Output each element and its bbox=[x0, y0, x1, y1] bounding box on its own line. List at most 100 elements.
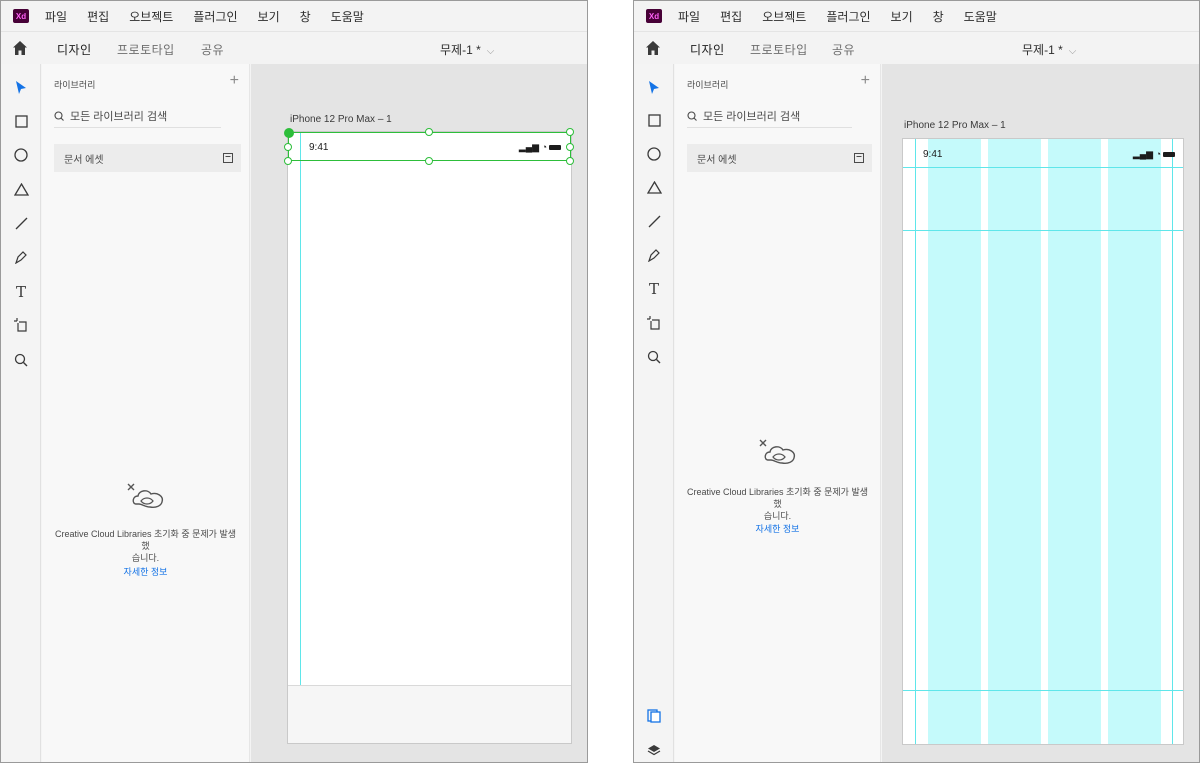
assets-panel-icon bbox=[854, 153, 864, 163]
xd-logo: Xd bbox=[646, 9, 662, 23]
resize-handle-top-right[interactable] bbox=[566, 128, 574, 136]
resize-handle-right[interactable] bbox=[566, 143, 574, 151]
tab-prototype[interactable]: 프로토타입 bbox=[117, 41, 175, 58]
tab-share[interactable]: 공유 bbox=[832, 41, 855, 58]
xd-logo: Xd bbox=[13, 9, 29, 23]
resize-handle-bottom[interactable] bbox=[425, 157, 433, 165]
layout-guide bbox=[903, 167, 1183, 168]
document-assets-row[interactable]: 문서 에셋 bbox=[54, 144, 241, 172]
zoom-tool-icon[interactable] bbox=[644, 347, 664, 367]
line-tool-icon[interactable] bbox=[644, 211, 664, 231]
details-link[interactable]: 자세한 정보 bbox=[675, 522, 880, 535]
library-search-field[interactable]: 모든 라이브러리 검색 bbox=[54, 104, 221, 128]
home-icon[interactable] bbox=[12, 40, 28, 56]
design-canvas[interactable]: iPhone 12 Pro Max – 1 9:41 ▂▄▆ ◔ bbox=[882, 64, 1199, 762]
artboard-name-label[interactable]: iPhone 12 Pro Max – 1 bbox=[290, 114, 392, 125]
libraries-panel: 라이브러리 + 모든 라이브러리 검색 문서 에셋 Creative Cloud… bbox=[42, 64, 250, 762]
edit-link-icon[interactable] bbox=[284, 128, 294, 138]
ellipse-tool-icon[interactable] bbox=[644, 144, 664, 164]
menu-bar: Xd 파일 편집 오브젝트 플러그인 보기 창 도움말 bbox=[634, 1, 1199, 31]
tab-design[interactable]: 디자인 bbox=[690, 41, 725, 66]
resize-handle-left[interactable] bbox=[284, 143, 292, 151]
tab-prototype[interactable]: 프로토타입 bbox=[750, 41, 808, 58]
details-link[interactable]: 자세한 정보 bbox=[42, 565, 249, 578]
document-title[interactable]: 무제-1 * ⌵ bbox=[1022, 41, 1076, 58]
tab-share[interactable]: 공유 bbox=[201, 41, 224, 58]
design-canvas[interactable]: iPhone 12 Pro Max – 1 9:41 ▂▄▆ ◔ bbox=[251, 64, 587, 762]
polygon-tool-icon[interactable] bbox=[11, 179, 31, 199]
add-library-icon[interactable]: + bbox=[861, 72, 870, 90]
menu-file[interactable]: 파일 bbox=[45, 8, 67, 25]
artboard[interactable]: 9:41 ▂▄▆ ◔ bbox=[287, 131, 572, 744]
search-placeholder: 모든 라이브러리 검색 bbox=[70, 110, 168, 123]
search-placeholder: 모든 라이브러리 검색 bbox=[703, 110, 801, 123]
layout-guide bbox=[300, 132, 301, 743]
document-title-text: 무제-1 * bbox=[440, 43, 481, 57]
library-search-field[interactable]: 모든 라이브러리 검색 bbox=[687, 104, 852, 128]
menu-edit[interactable]: 편집 bbox=[720, 8, 742, 25]
artboard-name-label[interactable]: iPhone 12 Pro Max – 1 bbox=[904, 120, 1006, 131]
battery-icon bbox=[1163, 152, 1175, 158]
artboard-tool-icon[interactable] bbox=[644, 313, 664, 333]
menu-view[interactable]: 보기 bbox=[258, 8, 280, 25]
chevron-down-icon: ⌵ bbox=[1068, 46, 1077, 57]
menu-plugins[interactable]: 플러그인 bbox=[193, 8, 237, 25]
select-tool-icon[interactable] bbox=[11, 78, 31, 98]
libraries-title: 라이브러리 bbox=[687, 80, 729, 90]
text-tool-icon[interactable]: T bbox=[644, 279, 664, 299]
search-icon bbox=[54, 110, 64, 121]
menu-file[interactable]: 파일 bbox=[678, 8, 700, 25]
menu-edit[interactable]: 편집 bbox=[87, 8, 109, 25]
tab-design[interactable]: 디자인 bbox=[57, 41, 92, 66]
pen-tool-icon[interactable] bbox=[644, 245, 664, 265]
status-bar-time: 9:41 bbox=[923, 149, 943, 160]
tool-bar: T bbox=[1, 64, 41, 762]
wifi-icon: ◔ bbox=[1155, 149, 1161, 159]
resize-handle-top[interactable] bbox=[425, 128, 433, 136]
home-indicator-bar[interactable] bbox=[288, 685, 571, 743]
libraries-panel: 라이브러리 + 모든 라이브러리 검색 문서 에셋 Creative Cloud… bbox=[675, 64, 881, 762]
libraries-error-message: Creative Cloud Libraries 초기화 중 문제가 발생했 습… bbox=[685, 486, 870, 522]
line-tool-icon[interactable] bbox=[11, 213, 31, 233]
zoom-tool-icon[interactable] bbox=[11, 350, 31, 370]
assets-panel-icon[interactable] bbox=[644, 706, 664, 726]
document-assets-row[interactable]: 문서 에셋 bbox=[687, 144, 872, 172]
home-icon[interactable] bbox=[645, 40, 661, 56]
select-tool-icon[interactable] bbox=[644, 78, 664, 98]
polygon-tool-icon[interactable] bbox=[644, 177, 664, 197]
libraries-error-message: Creative Cloud Libraries 초기화 중 문제가 발생했 습… bbox=[52, 528, 239, 564]
menu-plugins[interactable]: 플러그인 bbox=[826, 8, 870, 25]
libraries-title: 라이브러리 bbox=[54, 80, 96, 90]
resize-handle-bottom-left[interactable] bbox=[284, 157, 292, 165]
document-assets-label: 문서 에셋 bbox=[697, 154, 737, 166]
pen-tool-icon[interactable] bbox=[11, 247, 31, 267]
error-line-2: 습니다. bbox=[131, 553, 160, 563]
tool-bar: T bbox=[634, 64, 674, 762]
chevron-down-icon: ⌵ bbox=[486, 46, 495, 57]
assets-panel-icon bbox=[223, 153, 233, 163]
resize-handle-bottom-right[interactable] bbox=[566, 157, 574, 165]
menu-window[interactable]: 창 bbox=[300, 8, 311, 25]
creative-cloud-error-icon bbox=[759, 439, 795, 464]
rectangle-tool-icon[interactable] bbox=[11, 111, 31, 131]
rectangle-tool-icon[interactable] bbox=[644, 110, 664, 130]
menu-window[interactable]: 창 bbox=[933, 8, 944, 25]
menu-help[interactable]: 도움말 bbox=[331, 8, 364, 25]
menu-object[interactable]: 오브젝트 bbox=[129, 8, 173, 25]
artboard[interactable]: 9:41 ▂▄▆ ◔ bbox=[902, 138, 1184, 745]
layout-guide bbox=[903, 230, 1183, 231]
ellipse-tool-icon[interactable] bbox=[11, 145, 31, 165]
document-title[interactable]: 무제-1 * ⌵ bbox=[440, 41, 494, 58]
status-bar-icons: ▂▄▆ ◔ bbox=[1133, 149, 1175, 160]
menu-view[interactable]: 보기 bbox=[891, 8, 913, 25]
menu-object[interactable]: 오브젝트 bbox=[762, 8, 806, 25]
menu-help[interactable]: 도움말 bbox=[964, 8, 997, 25]
text-tool-icon[interactable]: T bbox=[11, 282, 31, 302]
artboard-tool-icon[interactable] bbox=[11, 315, 31, 335]
layers-icon[interactable] bbox=[644, 740, 664, 760]
document-title-text: 무제-1 * bbox=[1022, 43, 1063, 57]
error-line-1: Creative Cloud Libraries 초기화 중 문제가 발생했 bbox=[54, 529, 237, 551]
mode-tab-bar: 디자인 프로토타입 공유 무제-1 * ⌵ bbox=[1, 31, 587, 66]
add-library-icon[interactable]: + bbox=[230, 72, 239, 90]
document-assets-label: 문서 에셋 bbox=[64, 154, 104, 166]
